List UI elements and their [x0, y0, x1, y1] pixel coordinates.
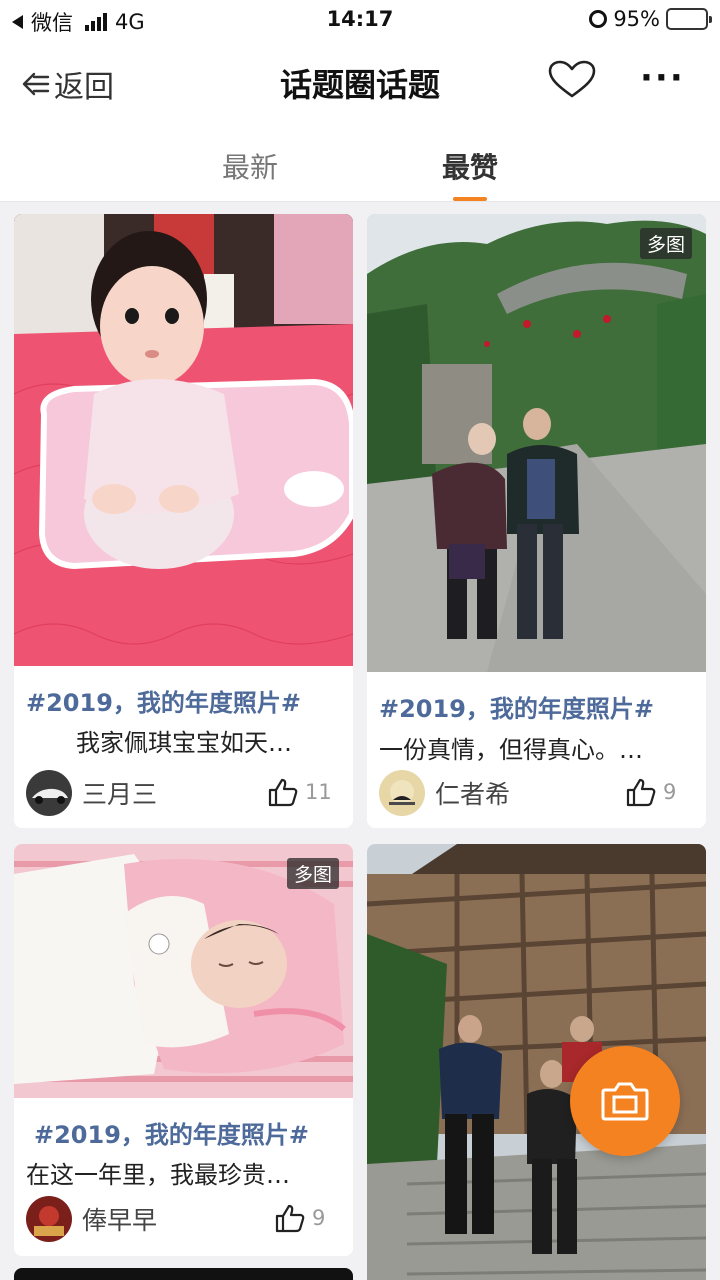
multi-image-badge: 多图	[639, 228, 692, 259]
tab-most-liked[interactable]: 最赞	[442, 146, 498, 186]
author-name[interactable]: 仁者希	[435, 775, 510, 811]
post-image[interactable]: 多图	[14, 844, 353, 1098]
battery-percent: 95%	[613, 7, 660, 31]
avatar[interactable]	[379, 770, 425, 816]
tab-newest[interactable]: 最新	[222, 146, 278, 186]
post-author[interactable]: 俸早早	[26, 1196, 157, 1242]
camera-icon	[601, 1082, 649, 1121]
active-tab-indicator	[453, 197, 487, 201]
post-topic[interactable]: #2019，我的年度照片#	[26, 683, 301, 718]
favorite-button[interactable]	[546, 60, 598, 104]
like-button[interactable]: 11	[267, 776, 332, 808]
like-count: 11	[305, 780, 332, 804]
like-button[interactable]: 9	[625, 776, 676, 808]
status-right: 95% ⚡	[589, 7, 712, 31]
like-count: 9	[663, 780, 677, 804]
heart-icon	[548, 60, 596, 98]
post-card[interactable]: 多图 #2019，我的年度照片# 一份真情，但得真心。… 仁者希 9	[367, 214, 706, 828]
page-title: 话题圈话题	[279, 66, 440, 104]
like-count: 9	[312, 1206, 326, 1230]
post-card[interactable]: #2019，我的年度照片# 我家佩琪宝宝如天… 三月三 11	[14, 214, 353, 828]
post-author[interactable]: 三月三	[26, 770, 157, 816]
avatar[interactable]	[26, 1196, 72, 1242]
multi-image-badge: 多图	[286, 858, 339, 889]
status-bar: 微信 4G 14:17 95% ⚡	[0, 0, 720, 40]
thumbs-up-icon	[626, 778, 656, 807]
post-topic[interactable]: #2019，我的年度照片#	[379, 689, 654, 724]
thumbs-up-icon	[275, 1204, 305, 1233]
alarm-icon	[589, 10, 608, 28]
post-text: 在这一年里，我最珍贵…	[26, 1161, 290, 1189]
like-button[interactable]: 9	[274, 1202, 325, 1234]
post-text: 一份真情，但得真心。…	[379, 736, 643, 764]
thumbs-up-icon	[268, 778, 298, 807]
post-card[interactable]: 多图 #2019，我的年度照片# 在这一年里，我最珍贵… 俸早早 9	[14, 844, 353, 1256]
next-post-card-edge[interactable]	[14, 1268, 353, 1280]
more-button[interactable]: ···	[640, 58, 685, 98]
author-name[interactable]: 俸早早	[82, 1201, 157, 1237]
author-name[interactable]: 三月三	[82, 775, 157, 811]
post-text: 我家佩琪宝宝如天…	[76, 729, 292, 757]
more-icon: ···	[640, 58, 685, 98]
post-topic[interactable]: #2019，我的年度照片#	[34, 1115, 309, 1150]
nav-bar: 返回 话题圈话题 ···	[0, 40, 720, 122]
post-image[interactable]: 多图	[367, 214, 706, 672]
post-image[interactable]	[14, 214, 353, 666]
tab-bar: 最新 最赞	[0, 122, 720, 202]
camera-post-button[interactable]	[570, 1046, 680, 1156]
battery-icon: ⚡	[666, 8, 712, 30]
avatar[interactable]	[26, 770, 72, 816]
post-author[interactable]: 仁者希	[379, 770, 510, 816]
